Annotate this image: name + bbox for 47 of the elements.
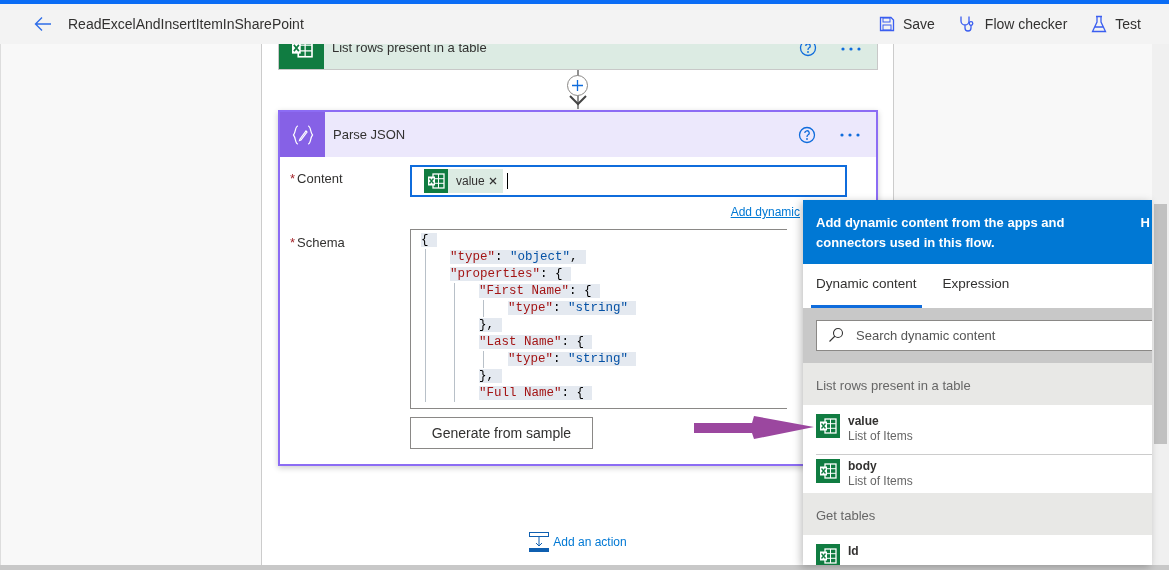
item-name: body <box>848 459 878 474</box>
card-title: Parse JSON <box>333 125 407 144</box>
panel-header-text: Add dynamic content from the apps and connectors used in this flow. <box>816 214 1066 252</box>
item-name: Id <box>848 544 859 559</box>
braces-icon <box>291 123 314 146</box>
required-mark: * <box>290 235 296 250</box>
dynamic-content-item[interactable]: Id <box>816 540 1152 565</box>
toolbar-button[interactable]: Test <box>1091 13 1141 35</box>
item-type: List of Items <box>848 474 913 489</box>
tab[interactable]: Expression <box>937 264 1015 308</box>
add-step-icon <box>529 532 550 552</box>
dynamic-content-item[interactable]: body List of Items <box>816 454 1152 489</box>
section-heading: List rows present in a table <box>803 363 1152 405</box>
spreadsheet-icon <box>816 459 840 483</box>
schema-editor[interactable]: { "type": "object", "properties": { "First Name": { "type": "string" }, "Last Name": { "type": "string" }, "Full Name": { <box>410 229 787 409</box>
scrollbar-thumb[interactable] <box>1154 204 1167 444</box>
token-chip[interactable]: value <box>424 169 503 193</box>
field-label: Schema <box>297 235 345 250</box>
generate-button[interactable]: Generate from sample <box>410 417 593 449</box>
help-icon[interactable] <box>799 44 817 57</box>
insert-step-button[interactable] <box>567 75 588 96</box>
add-action-button[interactable]: Add an action <box>529 532 627 552</box>
dynamic-content-item[interactable]: value List of Items <box>816 410 1152 444</box>
close-icon[interactable] <box>488 177 497 185</box>
text-cursor <box>506 173 508 189</box>
back-icon[interactable] <box>34 16 52 32</box>
panel-header-text: H <box>1140 214 1151 232</box>
required-mark: * <box>290 171 296 186</box>
toolbar-button[interactable]: Save <box>878 13 935 35</box>
plus-icon <box>572 80 583 91</box>
toolbar-button[interactable]: Flow checker <box>958 13 1068 35</box>
help-icon[interactable] <box>798 125 816 144</box>
flask-icon <box>1091 15 1108 33</box>
field-label: Content <box>297 171 343 186</box>
spreadsheet-icon <box>816 414 840 438</box>
more-icon[interactable] <box>840 132 860 139</box>
content-field[interactable]: value <box>410 165 847 197</box>
token-label: value <box>456 173 485 190</box>
item-name: value <box>848 414 880 429</box>
spreadsheet-icon <box>424 169 448 193</box>
flow-title: ReadExcelAndInsertItemInSharePoint <box>68 14 304 34</box>
more-icon[interactable] <box>841 45 861 52</box>
item-type: List of Items <box>848 429 913 444</box>
add-dynamic-content-link[interactable]: Add dynamic <box>730 203 800 221</box>
save-icon <box>878 16 895 32</box>
section-heading: Get tables <box>803 493 1152 535</box>
search-field[interactable]: Search dynamic content <box>816 320 1152 351</box>
